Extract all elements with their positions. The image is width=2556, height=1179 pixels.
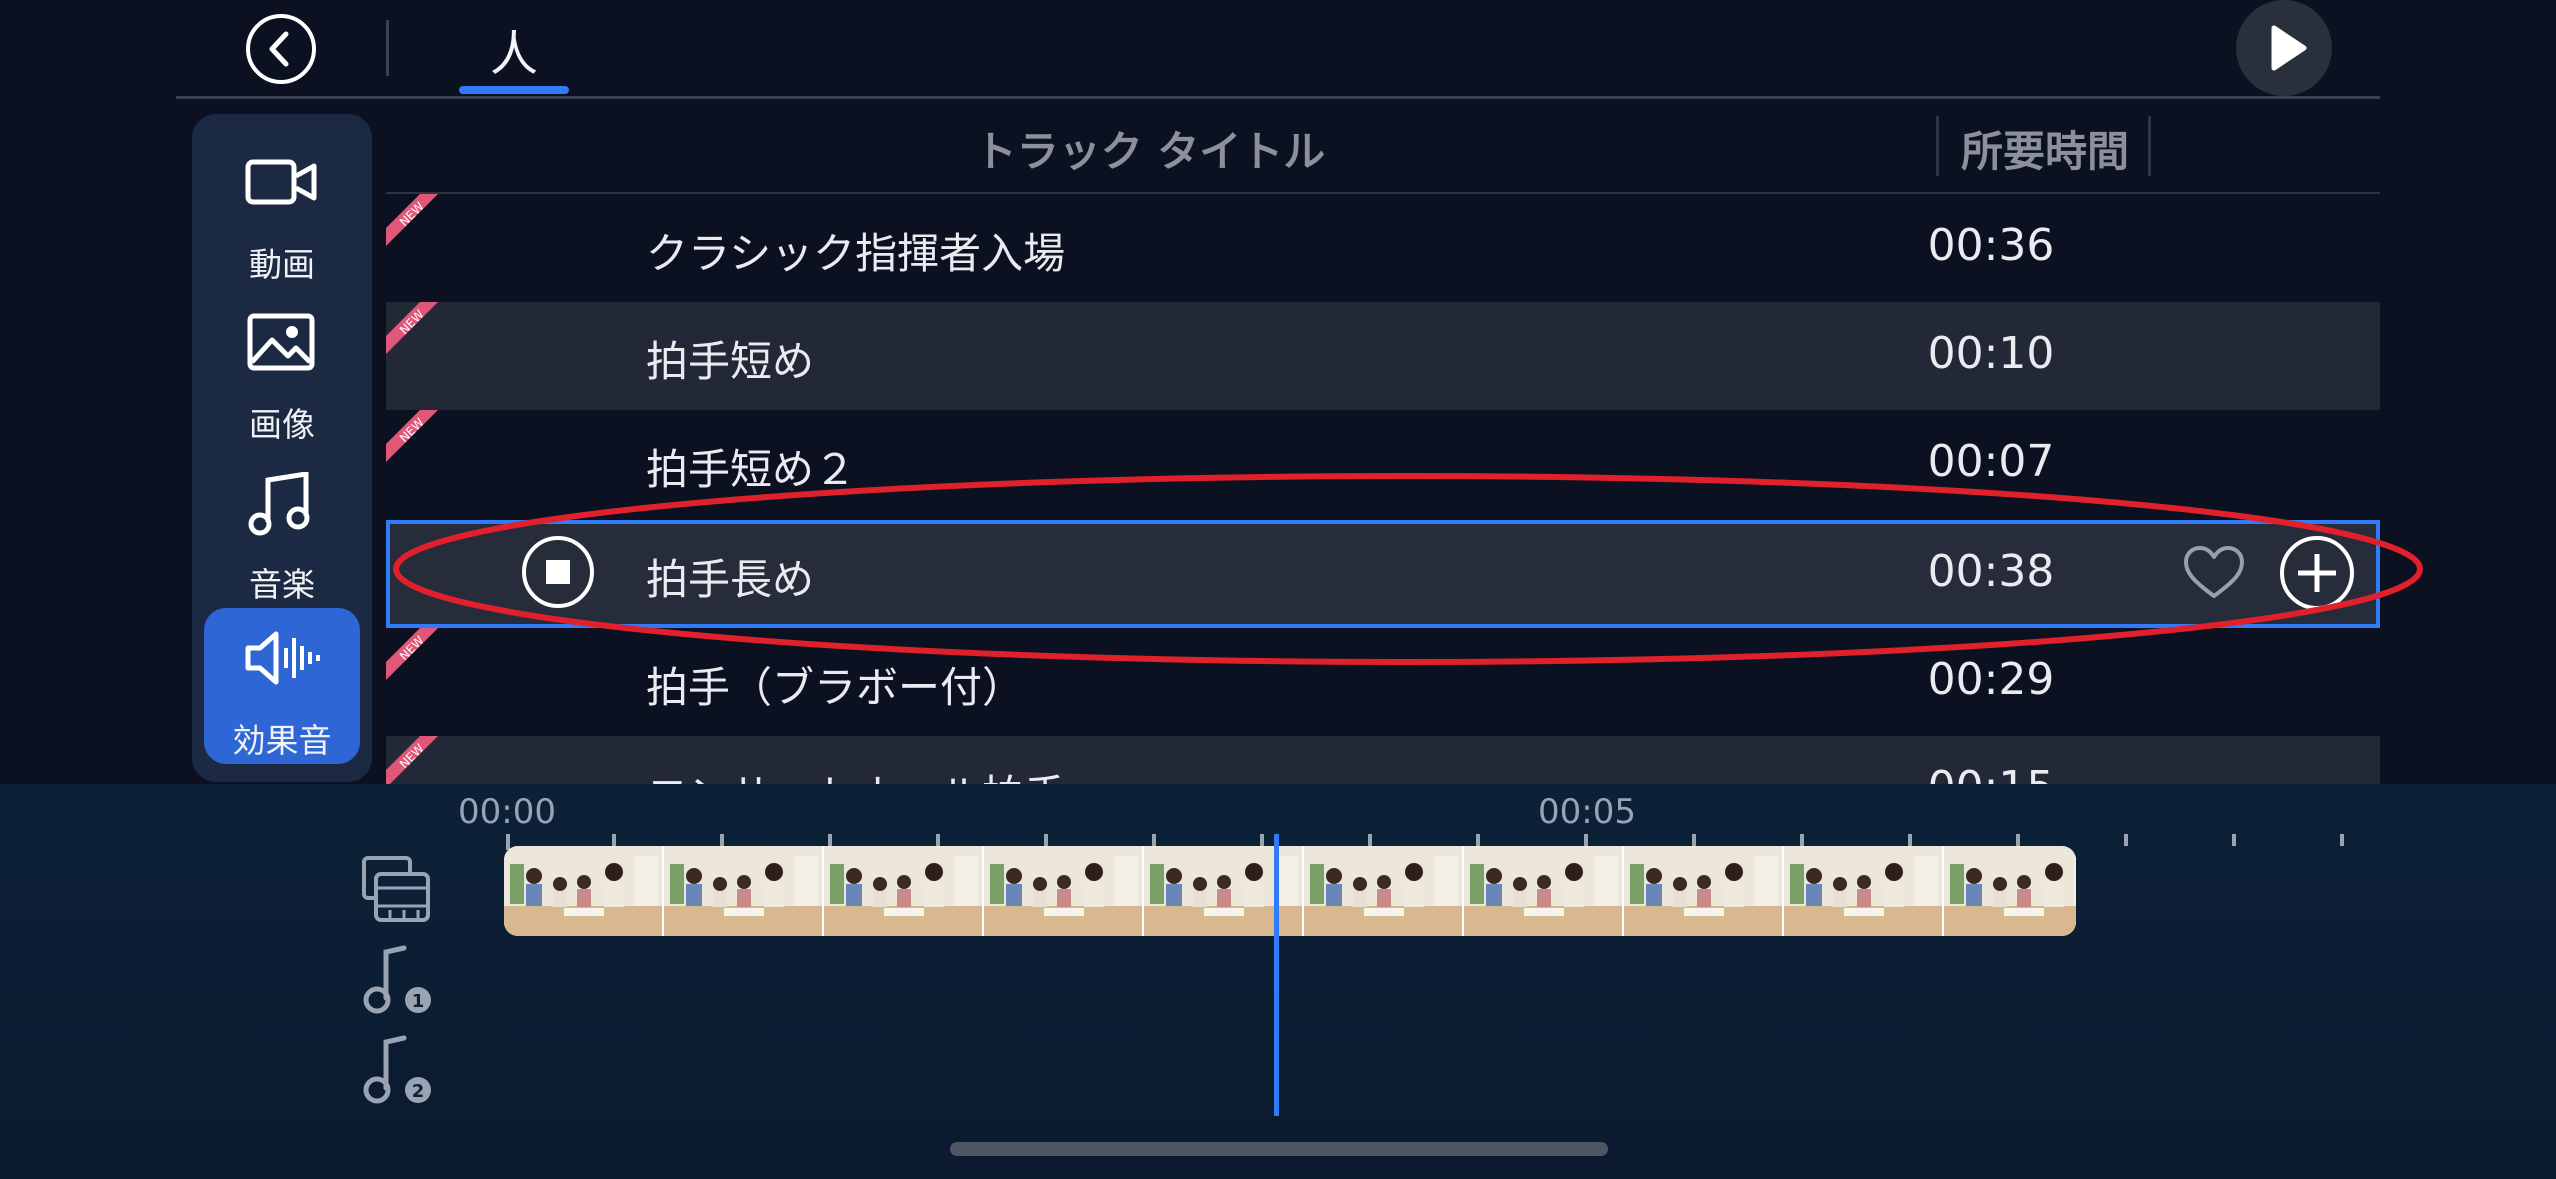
- column-header-title[interactable]: トラック タイトル: [610, 118, 1690, 179]
- column-separator: [1936, 116, 1939, 176]
- timeline-tick: [936, 834, 940, 846]
- new-badge: NEW: [386, 410, 438, 462]
- video-clip-track-icon[interactable]: [360, 854, 432, 926]
- timeline-tick: [1908, 834, 1912, 846]
- image-icon: [247, 313, 315, 371]
- tab-people[interactable]: 人: [490, 14, 538, 84]
- timeline-time-label: 00:05: [1538, 792, 1636, 832]
- clip-thumbnail: [1624, 846, 1784, 936]
- timeline-tick: [1152, 834, 1156, 846]
- chevron-left-icon: [269, 31, 289, 67]
- media-category-sidebar: 動画 画像 音楽 効果音: [192, 114, 372, 782]
- play-button[interactable]: [2236, 0, 2332, 96]
- timeline-tick: [2016, 834, 2020, 846]
- timeline-tick: [1368, 834, 1372, 846]
- annotation-ellipse: [393, 473, 2423, 665]
- sidebar-item-image[interactable]: 画像: [204, 292, 360, 448]
- video-camera-icon: [245, 159, 317, 205]
- play-icon: [2271, 25, 2307, 71]
- track-title: コンサートホール拍手: [646, 762, 1066, 784]
- audio-track-1-icon[interactable]: 1: [360, 944, 436, 1018]
- track-title: クラシック指揮者入場: [646, 229, 1066, 278]
- track-duration: 00:15: [1886, 762, 2096, 784]
- svg-text:2: 2: [412, 1081, 425, 1102]
- sidebar-item-label: 画像: [249, 405, 315, 444]
- sidebar-item-label: 音楽: [249, 565, 315, 604]
- clip-thumbnail: [1464, 846, 1624, 936]
- clip-thumbnail: [1784, 846, 1944, 936]
- clip-thumbnail: [504, 846, 664, 936]
- sidebar-item-music[interactable]: 音楽: [204, 452, 360, 608]
- clip-thumbnail: [824, 846, 984, 936]
- svg-text:1: 1: [412, 991, 425, 1012]
- column-separator: [2148, 116, 2151, 176]
- new-badge: NEW: [386, 302, 438, 354]
- new-badge: NEW: [386, 736, 438, 784]
- column-header-duration[interactable]: 所要時間: [1940, 118, 2150, 179]
- timeline-tick: [1260, 834, 1264, 846]
- track-title: 拍手短め: [646, 337, 815, 386]
- video-clip[interactable]: [504, 846, 2076, 936]
- tab-active-indicator: [459, 86, 569, 94]
- new-badge: NEW: [386, 194, 438, 246]
- timeline-tick: [1044, 834, 1048, 846]
- timeline-tick: [2340, 834, 2344, 846]
- sidebar-item-sound-effects[interactable]: 効果音: [204, 608, 360, 764]
- timeline-time-label: 00:00: [458, 792, 556, 832]
- sidebar-item-label: 動画: [249, 245, 315, 284]
- timeline-tick: [1692, 834, 1696, 846]
- track-duration: 00:36: [1927, 220, 2055, 271]
- timeline-tick: [720, 834, 724, 846]
- sound-effect-icon: [245, 631, 320, 685]
- timeline-tick: [828, 834, 832, 846]
- sidebar-item-label: 効果音: [232, 721, 332, 760]
- timeline-tick: [1800, 834, 1804, 846]
- clip-thumbnail: [1944, 846, 2076, 936]
- clip-thumbnail: [1304, 846, 1464, 936]
- timeline-tick: [612, 834, 616, 846]
- list-item[interactable]: NEW コンサートホール拍手 00:15: [386, 736, 2380, 784]
- clip-thumbnail: [1144, 846, 1304, 936]
- back-button[interactable]: [246, 14, 316, 84]
- playhead[interactable]: [1274, 834, 1279, 1116]
- audio-track-2-icon[interactable]: 2: [360, 1034, 436, 1108]
- header-bottom-line: [176, 96, 2380, 99]
- home-indicator: [950, 1142, 1608, 1156]
- track-duration: 00:10: [1927, 328, 2055, 379]
- timeline-tick: [1476, 834, 1480, 846]
- timeline-tick: [2232, 834, 2236, 846]
- clip-thumbnail: [664, 846, 824, 936]
- list-item[interactable]: NEW クラシック指揮者入場 00:36: [386, 194, 2380, 302]
- music-note-icon: [248, 472, 310, 536]
- list-item[interactable]: NEW 拍手短め 00:10: [386, 302, 2380, 410]
- timeline-tick: [2124, 834, 2128, 846]
- clip-thumbnail: [984, 846, 1144, 936]
- sidebar-item-video[interactable]: 動画: [204, 132, 360, 288]
- header-divider: [386, 20, 389, 76]
